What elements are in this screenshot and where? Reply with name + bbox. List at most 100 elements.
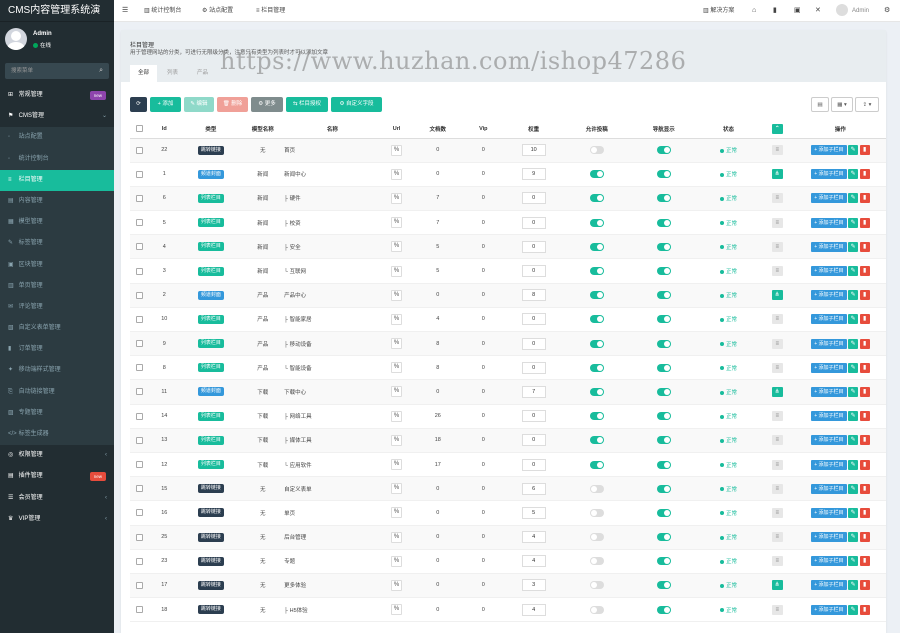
nav-show-toggle[interactable] [656,267,671,276]
nav-show-toggle[interactable] [656,194,671,203]
tab-site-config[interactable]: ⚙ 站点配置 [202,0,233,22]
row-select-cell[interactable] [130,549,149,574]
list-icon[interactable]: ≡ [771,459,783,470]
edit-row-button[interactable]: ✎ [848,290,859,301]
row-checkbox[interactable] [135,436,143,444]
row-select-cell[interactable] [130,525,149,550]
edit-row-button[interactable]: ✎ [848,580,859,591]
weight-input[interactable]: 0 [521,434,546,447]
delete-row-button[interactable]: ▮ [859,483,870,494]
sitemap-icon[interactable]: ⋔ [771,386,783,397]
weight-input[interactable]: 0 [521,361,546,374]
list-icon[interactable]: ≡ [771,532,783,543]
trash-icon[interactable]: ▮ [773,0,777,22]
delete-row-button[interactable]: ▮ [859,217,870,228]
allow-contribute-toggle[interactable] [589,363,604,372]
link-icon[interactable]: % [391,434,403,446]
sidebar-item-9[interactable]: ▥ 单页管理 [0,275,114,297]
nav-show-toggle[interactable] [656,484,671,493]
list-icon[interactable]: ≡ [771,338,783,349]
nav-show-toggle[interactable] [656,363,671,372]
nav-show-toggle[interactable] [656,339,671,348]
add-subcolumn-button[interactable]: + 添加子栏目 [811,435,847,446]
link-icon[interactable]: % [391,217,403,229]
link-icon[interactable]: % [391,459,403,471]
row-checkbox[interactable] [135,509,143,517]
sitemap-icon[interactable]: ⋔ [771,169,783,180]
row-checkbox[interactable] [135,243,143,251]
search-icon[interactable]: ⌕ [99,63,103,79]
tab-column-manage[interactable]: ≡ 栏目管理 [256,0,285,22]
nav-show-toggle[interactable] [656,315,671,324]
link-icon[interactable]: % [391,241,403,253]
list-icon[interactable]: ≡ [771,411,783,422]
sitemap-icon[interactable]: ⋔ [771,580,783,591]
add-subcolumn-button[interactable]: + 添加子栏目 [811,145,847,156]
row-checkbox[interactable] [135,194,143,202]
edit-row-button[interactable]: ✎ [848,338,859,349]
delete-row-button[interactable]: ▮ [859,169,870,180]
allow-contribute-toggle[interactable] [589,605,604,614]
list-icon[interactable]: ≡ [771,507,783,518]
row-checkbox[interactable] [135,315,143,323]
list-icon[interactable]: ≡ [771,435,783,446]
allow-contribute-toggle[interactable] [589,387,604,396]
row-checkbox[interactable] [135,412,143,420]
row-checkbox[interactable] [135,533,143,541]
delete-row-button[interactable]: ▮ [859,290,870,301]
list-icon[interactable]: ≡ [771,241,783,252]
row-select-cell[interactable] [130,258,149,284]
list-icon[interactable]: ≡ [771,217,783,228]
list-icon[interactable]: ≡ [771,556,783,567]
link-icon[interactable]: % [391,386,403,398]
th-type[interactable]: 类型 [180,120,242,139]
sidebar-search-input[interactable]: 搜索菜单 ⌕ [5,63,109,79]
edit-row-button[interactable]: ✎ [848,362,859,373]
add-subcolumn-button[interactable]: + 添加子栏目 [811,290,847,301]
delete-row-button[interactable]: ▮ [859,459,870,470]
weight-input[interactable]: 0 [521,216,546,229]
sitemap-icon[interactable]: ⋔ [771,290,783,301]
weight-input[interactable]: 7 [521,385,546,398]
edit-row-button[interactable]: ✎ [848,604,859,615]
app-logo[interactable]: CMS内容管理系统演 [0,0,114,22]
row-checkbox[interactable] [135,291,143,299]
weight-input[interactable]: 0 [521,313,546,326]
delete-row-button[interactable]: ▮ [859,241,870,252]
row-select-cell[interactable] [130,234,149,260]
row-checkbox[interactable] [135,461,143,469]
link-icon[interactable]: % [391,192,403,204]
weight-input[interactable]: 6 [521,482,546,495]
add-subcolumn-button[interactable]: + 添加子栏目 [811,193,847,204]
weight-input[interactable]: 8 [521,289,546,302]
nav-show-toggle[interactable] [656,581,671,590]
sidebar-item-11[interactable]: ▧ 自定义表单管理 [0,318,114,340]
edit-row-button[interactable]: ✎ [848,435,859,446]
link-icon[interactable]: % [391,338,403,350]
table-row[interactable]: 13 列表栏目 下载 ├ 媒体工具% 18 0 0 正常 ≡ + 添加子栏目 ✎ ▮ [130,428,886,453]
add-subcolumn-button[interactable]: + 添加子栏目 [811,459,847,470]
edit-row-button[interactable]: ✎ [848,459,859,470]
row-select-cell[interactable] [130,500,149,526]
add-subcolumn-button[interactable]: + 添加子栏目 [811,507,847,518]
add-subcolumn-button[interactable]: + 添加子栏目 [811,314,847,325]
nav-show-toggle[interactable] [656,170,671,179]
row-select-cell[interactable] [130,186,149,212]
weight-input[interactable]: 4 [521,531,546,544]
add-subcolumn-button[interactable]: + 添加子栏目 [811,580,847,591]
weight-input[interactable]: 10 [521,144,546,157]
row-select-cell[interactable] [130,476,149,502]
nav-show-toggle[interactable] [656,146,671,155]
table-row[interactable]: 15 跳转链接 无自定义表单% 0 0 6 正常 ≡ + 添加子栏目 ✎ ▮ [130,476,886,502]
table-row[interactable]: 17 跳转链接 无更多体验% 0 0 3 正常 ⋔ + 添加子栏目 ✎ ▮ [130,573,886,599]
delete-row-button[interactable]: ▮ [859,411,870,422]
row-checkbox[interactable] [135,388,143,396]
row-select-cell[interactable] [130,355,149,381]
link-icon[interactable]: % [391,604,403,616]
allow-contribute-toggle[interactable] [589,581,604,590]
nav-show-toggle[interactable] [656,218,671,227]
delete-row-button[interactable]: ▮ [859,435,870,446]
link-icon[interactable]: % [391,168,403,180]
tab-product[interactable]: 产品 [189,65,216,82]
row-select-cell[interactable] [130,307,149,333]
